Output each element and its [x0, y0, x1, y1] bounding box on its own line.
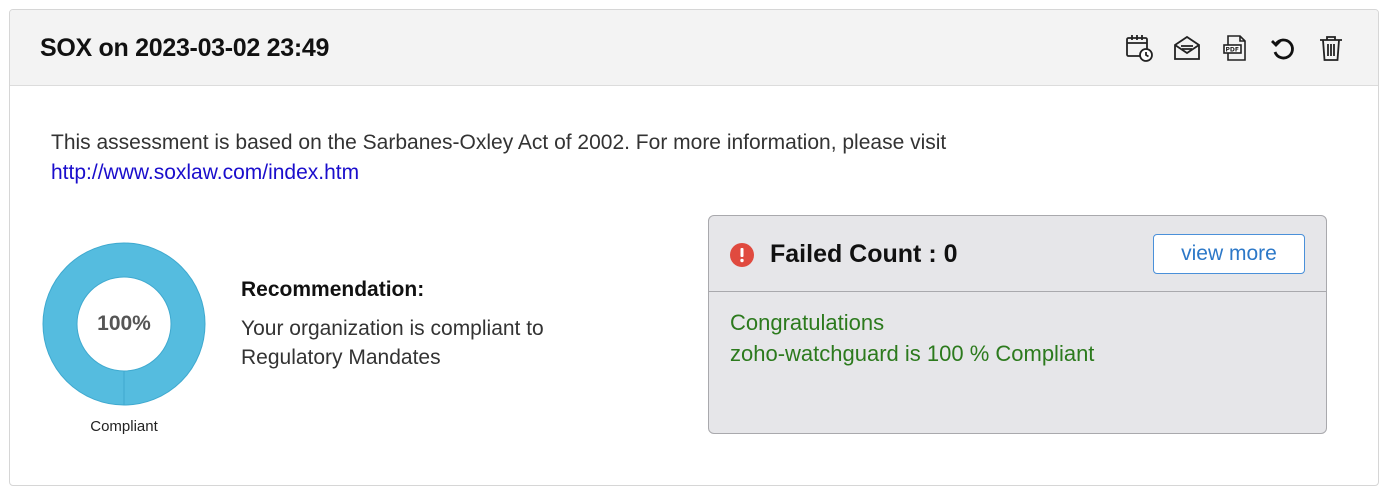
intro-text: This assessment is based on the Sarbanes… [51, 131, 947, 154]
compliance-message: Congratulations zoho-watchguard is 100 %… [730, 307, 1094, 369]
compliance-percent: 100% [97, 312, 151, 335]
card-header: SOX on 2023-03-02 23:49 PDF [10, 10, 1378, 86]
toolbar: PDF [1122, 31, 1348, 65]
svg-text:PDF: PDF [1226, 47, 1239, 54]
recommendation-text: Your organization is compliant to Regula… [241, 317, 544, 369]
refresh-button[interactable] [1266, 31, 1300, 65]
pdf-button[interactable]: PDF [1218, 31, 1252, 65]
view-more-button[interactable]: view more [1153, 234, 1305, 274]
delete-button[interactable] [1314, 31, 1348, 65]
page-title: SOX on 2023-03-02 23:49 [40, 34, 330, 62]
failed-count-label: Failed Count : 0 [770, 240, 958, 268]
email-icon [1174, 35, 1200, 60]
recommendation: Recommendation: Your organization is com… [241, 278, 621, 372]
compliant-summary-text: zoho-watchguard is 100 % Compliant [730, 341, 1095, 366]
delete-icon [1320, 36, 1342, 61]
refresh-icon [1271, 38, 1294, 60]
pdf-icon: PDF [1223, 35, 1246, 61]
compliance-donut: 100% [40, 240, 208, 408]
congratulations-text: Congratulations [730, 310, 885, 335]
schedule-button[interactable] [1122, 31, 1156, 65]
schedule-icon [1126, 35, 1153, 62]
assessment-description: This assessment is based on the Sarbanes… [51, 128, 946, 188]
failed-count-header: Failed Count : 0 view more [709, 216, 1326, 292]
failed-count-panel: Failed Count : 0 view more Congratulatio… [708, 215, 1327, 434]
soxlaw-link[interactable]: http://www.soxlaw.com/index.htm [51, 161, 359, 184]
email-button[interactable] [1170, 31, 1204, 65]
alert-icon [730, 243, 754, 267]
recommendation-title: Recommendation: [241, 278, 425, 301]
compliance-caption: Compliant [90, 418, 158, 435]
